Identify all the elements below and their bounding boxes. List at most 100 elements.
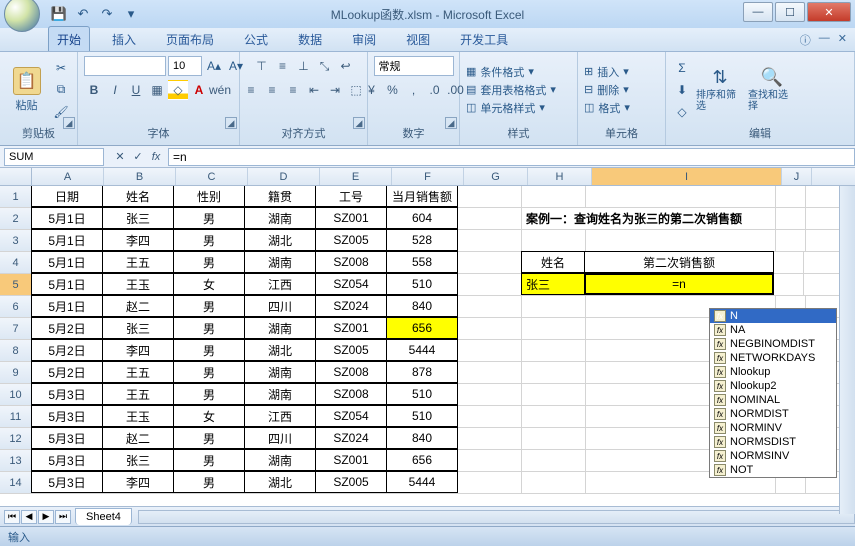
cell[interactable]: 5月2日 <box>31 339 103 361</box>
cell[interactable] <box>458 428 522 449</box>
cell[interactable]: SZ005 <box>315 471 387 493</box>
font-name-combo[interactable] <box>84 56 166 76</box>
cell[interactable]: 5月1日 <box>31 229 103 251</box>
row-header[interactable]: 10 <box>0 384 32 405</box>
cell[interactable]: 性别 <box>173 186 245 207</box>
tab-formulas[interactable]: 公式 <box>236 27 276 51</box>
col-header-h[interactable]: H <box>528 168 592 185</box>
cell[interactable] <box>458 406 522 427</box>
cell[interactable] <box>458 340 522 361</box>
autocomplete-item[interactable]: fxNlookup2 <box>710 379 836 393</box>
tab-developer[interactable]: 开发工具 <box>452 27 516 51</box>
sheet-nav-first[interactable]: ⏮ <box>4 510 20 524</box>
cell[interactable]: 男 <box>173 361 245 383</box>
col-header-b[interactable]: B <box>104 168 176 185</box>
cell[interactable]: 工号 <box>315 186 387 207</box>
number-launcher[interactable]: ◢ <box>445 117 457 129</box>
tab-review[interactable]: 审阅 <box>344 27 384 51</box>
cell[interactable] <box>458 296 522 317</box>
autocomplete-item[interactable]: fxNEGBINOMDIST <box>710 337 836 351</box>
maximize-button[interactable]: ☐ <box>775 2 805 22</box>
vertical-scrollbar[interactable] <box>839 186 855 514</box>
cell[interactable]: 男 <box>173 295 245 317</box>
cell[interactable]: 5月3日 <box>31 405 103 427</box>
cell[interactable]: 江西 <box>244 273 316 295</box>
underline-button[interactable]: U <box>126 80 146 100</box>
accept-formula-icon[interactable]: ✓ <box>130 149 146 165</box>
orientation-icon[interactable]: ⤡ <box>315 56 335 76</box>
border-button[interactable]: ▦ <box>147 80 167 100</box>
row-header[interactable]: 12 <box>0 428 32 449</box>
clear-icon[interactable]: ◇ <box>672 102 692 122</box>
cell[interactable]: 王五 <box>102 361 174 383</box>
insert-cells-button[interactable]: ⊞ 插入 ▾ <box>584 64 630 80</box>
cell[interactable]: SZ001 <box>315 449 387 471</box>
cell[interactable]: SZ024 <box>315 295 387 317</box>
autocomplete-item[interactable]: fxNORMSDIST <box>710 435 836 449</box>
col-header-f[interactable]: F <box>392 168 464 185</box>
row-header[interactable]: 6 <box>0 296 32 317</box>
cell[interactable]: 湖南 <box>244 361 316 383</box>
redo-icon[interactable]: ↷ <box>98 5 116 23</box>
sheet-nav-next[interactable]: ▶ <box>38 510 54 524</box>
autocomplete-item[interactable]: fxNORMSINV <box>710 449 836 463</box>
cell[interactable]: SZ008 <box>315 251 387 273</box>
cell[interactable] <box>522 450 586 471</box>
delete-cells-button[interactable]: ⊟ 删除 ▾ <box>584 82 630 98</box>
sheet-nav-prev[interactable]: ◀ <box>21 510 37 524</box>
autocomplete-item[interactable]: fxNORMDIST <box>710 407 836 421</box>
save-icon[interactable]: 💾 <box>50 5 68 23</box>
cell[interactable]: 510 <box>386 273 458 295</box>
cell[interactable]: 张三 <box>102 317 174 339</box>
cell[interactable]: 男 <box>173 251 245 273</box>
cell[interactable]: 男 <box>173 229 245 251</box>
cell[interactable]: 男 <box>173 449 245 471</box>
cell[interactable]: 湖南 <box>244 383 316 405</box>
autocomplete-item[interactable]: fxNA <box>710 323 836 337</box>
formula-autocomplete[interactable]: fxNfxNAfxNEGBINOMDISTfxNETWORKDAYSfxNloo… <box>709 308 837 478</box>
cell[interactable]: 510 <box>386 383 458 405</box>
cell[interactable]: 湖北 <box>244 339 316 361</box>
cell[interactable] <box>458 208 522 229</box>
font-launcher[interactable]: ◢ <box>225 117 237 129</box>
row-header[interactable]: 11 <box>0 406 32 427</box>
paste-button[interactable]: 📋 粘贴 <box>6 59 47 121</box>
cell[interactable]: 656 <box>386 317 458 339</box>
cell[interactable]: 张三 <box>102 207 174 229</box>
cell[interactable] <box>522 296 586 317</box>
col-header-e[interactable]: E <box>320 168 392 185</box>
format-as-table-button[interactable]: ▤ 套用表格格式 ▾ <box>466 82 556 98</box>
cell[interactable]: 5月2日 <box>31 317 103 339</box>
cell[interactable]: 当月销售额 <box>386 186 458 207</box>
qat-dropdown-icon[interactable]: ▾ <box>122 5 140 23</box>
cell[interactable]: 男 <box>173 383 245 405</box>
cell[interactable]: 女 <box>173 273 245 295</box>
cell[interactable]: =n <box>584 273 774 295</box>
cell[interactable] <box>458 450 522 471</box>
find-select-button[interactable]: 🔍 查找和选择 <box>748 59 796 121</box>
row-header[interactable]: 4 <box>0 252 32 273</box>
cell[interactable]: 5月2日 <box>31 361 103 383</box>
cell[interactable]: 528 <box>386 229 458 251</box>
number-format-combo[interactable]: 常规 <box>374 56 454 76</box>
name-box[interactable]: SUM <box>4 148 104 166</box>
bold-button[interactable]: B <box>84 80 104 100</box>
row-header[interactable]: 2 <box>0 208 32 229</box>
cell[interactable]: 王五 <box>102 383 174 405</box>
doc-close-icon[interactable]: ✕ <box>838 32 847 48</box>
cell[interactable]: 5月3日 <box>31 427 103 449</box>
cell[interactable] <box>458 274 522 295</box>
align-left-icon[interactable]: ≡ <box>241 80 261 100</box>
autocomplete-item[interactable]: fxNORMINV <box>710 421 836 435</box>
cell[interactable] <box>458 186 522 207</box>
cell[interactable]: 5月1日 <box>31 273 103 295</box>
conditional-format-button[interactable]: ▦ 条件格式 ▾ <box>466 64 556 80</box>
cancel-formula-icon[interactable]: ✕ <box>112 149 128 165</box>
fill-icon[interactable]: ⬇ <box>672 80 692 100</box>
cell[interactable]: 湖南 <box>244 317 316 339</box>
cell[interactable] <box>522 230 586 251</box>
cell[interactable]: 5月3日 <box>31 449 103 471</box>
autocomplete-item[interactable]: fxNOT <box>710 463 836 477</box>
cell[interactable]: 5月3日 <box>31 383 103 405</box>
minimize-button[interactable]: — <box>743 2 773 22</box>
